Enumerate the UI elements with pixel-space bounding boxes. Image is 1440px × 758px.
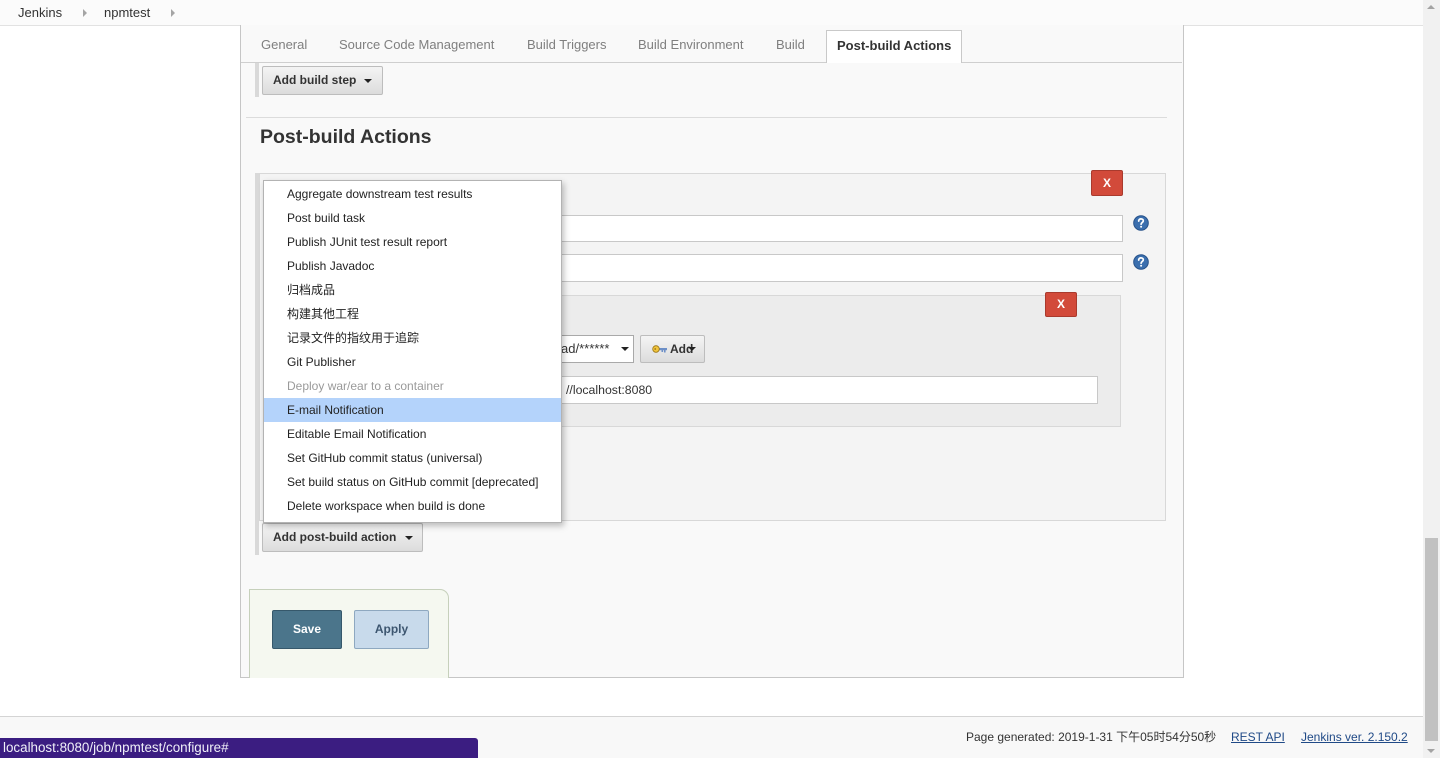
jenkins-version-link[interactable]: Jenkins ver. 2.150.2 bbox=[1301, 729, 1408, 745]
tab-build-triggers[interactable]: Build Triggers bbox=[527, 37, 606, 53]
scrollbar-thumb[interactable] bbox=[1425, 538, 1438, 741]
menu-item-editable-email-notification[interactable]: Editable Email Notification bbox=[264, 422, 561, 446]
key-icon bbox=[652, 345, 667, 353]
add-credentials-button[interactable]: Add bbox=[640, 335, 705, 363]
help-icon[interactable] bbox=[1133, 215, 1149, 231]
tab-post-build-actions[interactable]: Post-build Actions bbox=[826, 30, 963, 63]
add-post-build-action-label: Add post-build action bbox=[273, 530, 397, 544]
menu-item-build-other-projects[interactable]: 构建其他工程 bbox=[264, 302, 561, 326]
post-build-heading: Post-build Actions bbox=[260, 126, 432, 148]
rest-api-link[interactable]: REST API bbox=[1231, 729, 1285, 745]
menu-item-email-notification[interactable]: E-mail Notification bbox=[264, 398, 561, 422]
menu-item-publish-javadoc[interactable]: Publish Javadoc bbox=[264, 254, 561, 278]
remove-publisher-button[interactable]: X bbox=[1045, 292, 1077, 317]
breadcrumb bbox=[0, 0, 1423, 26]
breadcrumb-arrow-icon[interactable] bbox=[83, 9, 87, 17]
scroll-down-arrow-icon[interactable] bbox=[1427, 749, 1435, 753]
breadcrumb-item-jenkins[interactable]: Jenkins bbox=[18, 0, 62, 25]
apply-button[interactable]: Apply bbox=[354, 610, 429, 649]
browser-status-bar: localhost:8080/job/npmtest/configure# bbox=[0, 738, 478, 758]
save-button[interactable]: Save bbox=[272, 610, 342, 649]
caret-down-icon bbox=[688, 347, 696, 351]
menu-item-record-fingerprints[interactable]: 记录文件的指纹用于追踪 bbox=[264, 326, 561, 350]
breadcrumb-arrow-icon[interactable] bbox=[171, 9, 175, 17]
menu-item-git-publisher[interactable]: Git Publisher bbox=[264, 350, 561, 374]
add-post-build-action-button[interactable]: Add post-build action bbox=[262, 523, 423, 552]
breadcrumb-item-npmtest[interactable]: npmtest bbox=[104, 0, 150, 25]
menu-item-delete-workspace[interactable]: Delete workspace when build is done bbox=[264, 494, 561, 518]
page-generated-text: Page generated: 2019-1-31 下午05时54分50秒 bbox=[966, 730, 1217, 744]
server-url-field[interactable] bbox=[540, 376, 1098, 404]
add-build-step-button[interactable]: Add build step bbox=[262, 66, 383, 95]
remove-action-button[interactable]: X bbox=[1091, 170, 1123, 196]
menu-item-post-build-task[interactable]: Post build task bbox=[264, 206, 561, 230]
section-divider bbox=[246, 117, 1167, 118]
scroll-up-arrow-icon[interactable] bbox=[1427, 5, 1435, 9]
section-bar bbox=[255, 63, 259, 97]
menu-item-aggregate-downstream-test-results[interactable]: Aggregate downstream test results bbox=[264, 182, 561, 206]
menu-item-publish-junit-report[interactable]: Publish JUnit test result report bbox=[264, 230, 561, 254]
tab-bar-divider bbox=[241, 62, 1182, 63]
caret-down-icon bbox=[364, 79, 372, 83]
menu-item-set-build-status-github[interactable]: Set build status on GitHub commit [depre… bbox=[264, 470, 561, 494]
credentials-select-value: ad/****** bbox=[561, 341, 610, 356]
caret-down-icon bbox=[621, 347, 629, 351]
caret-down-icon bbox=[405, 536, 413, 540]
tab-build[interactable]: Build bbox=[776, 37, 805, 53]
tab-general[interactable]: General bbox=[261, 37, 307, 53]
menu-item-deploy-war-ear: Deploy war/ear to a container bbox=[287, 379, 444, 393]
menu-item-archive-artifacts[interactable]: 归档成品 bbox=[264, 278, 561, 302]
menu-item-set-github-commit-status[interactable]: Set GitHub commit status (universal) bbox=[264, 446, 561, 470]
tab-source-code-management[interactable]: Source Code Management bbox=[339, 37, 494, 53]
add-build-step-label: Add build step bbox=[273, 73, 357, 87]
add-post-build-action-menu: Aggregate downstream test results Post b… bbox=[263, 180, 562, 523]
help-icon[interactable] bbox=[1133, 254, 1149, 270]
tab-build-environment[interactable]: Build Environment bbox=[638, 37, 744, 53]
